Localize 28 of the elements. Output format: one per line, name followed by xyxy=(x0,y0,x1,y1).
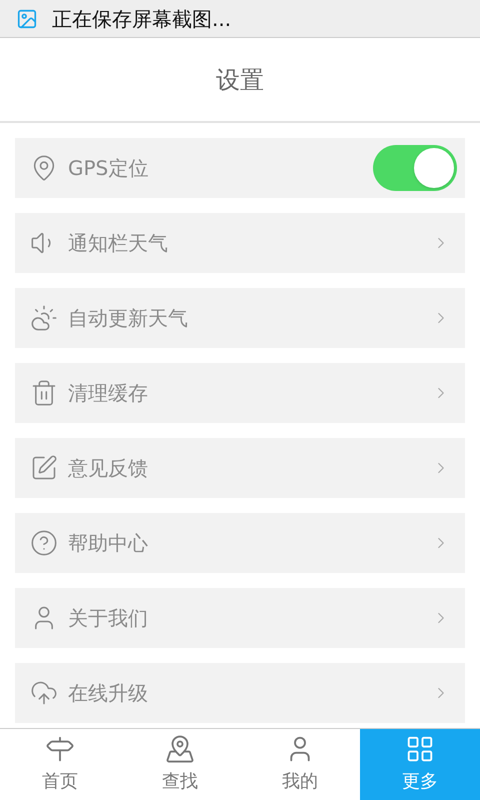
cloud-upload-icon xyxy=(30,679,58,707)
setting-label: 清理缓存 xyxy=(68,380,149,407)
setting-label: 帮助中心 xyxy=(68,530,149,557)
signpost-icon xyxy=(45,734,75,764)
grid-icon xyxy=(405,734,435,764)
setting-row[interactable]: 意见反馈 xyxy=(15,438,465,498)
notification-text: 正在保存屏幕截图... xyxy=(52,6,232,32)
trash-icon xyxy=(30,379,58,407)
setting-label: 意见反馈 xyxy=(68,455,149,482)
toggle-switch[interactable] xyxy=(373,145,457,191)
edit-icon xyxy=(30,454,58,482)
setting-label: 通知栏天气 xyxy=(68,230,169,257)
map-icon xyxy=(165,734,195,764)
setting-row[interactable]: 在线升级 xyxy=(15,663,465,723)
tab[interactable]: 更多 xyxy=(360,729,480,800)
setting-label: 关于我们 xyxy=(68,605,149,632)
setting-row[interactable]: 清理缓存 xyxy=(15,363,465,423)
setting-label: 自动更新天气 xyxy=(68,305,189,332)
setting-row[interactable]: 关于我们 xyxy=(15,588,465,648)
setting-label: 在线升级 xyxy=(68,680,149,707)
setting-row[interactable]: 帮助中心 xyxy=(15,513,465,573)
page-title: 设置 xyxy=(216,64,264,96)
cloud-icon xyxy=(30,304,58,332)
setting-label: GPS定位 xyxy=(68,155,150,182)
picture-icon xyxy=(16,8,38,30)
setting-row[interactable]: 自动更新天气 xyxy=(15,288,465,348)
help-icon xyxy=(30,529,58,557)
setting-row[interactable]: 通知栏天气 xyxy=(15,213,465,273)
